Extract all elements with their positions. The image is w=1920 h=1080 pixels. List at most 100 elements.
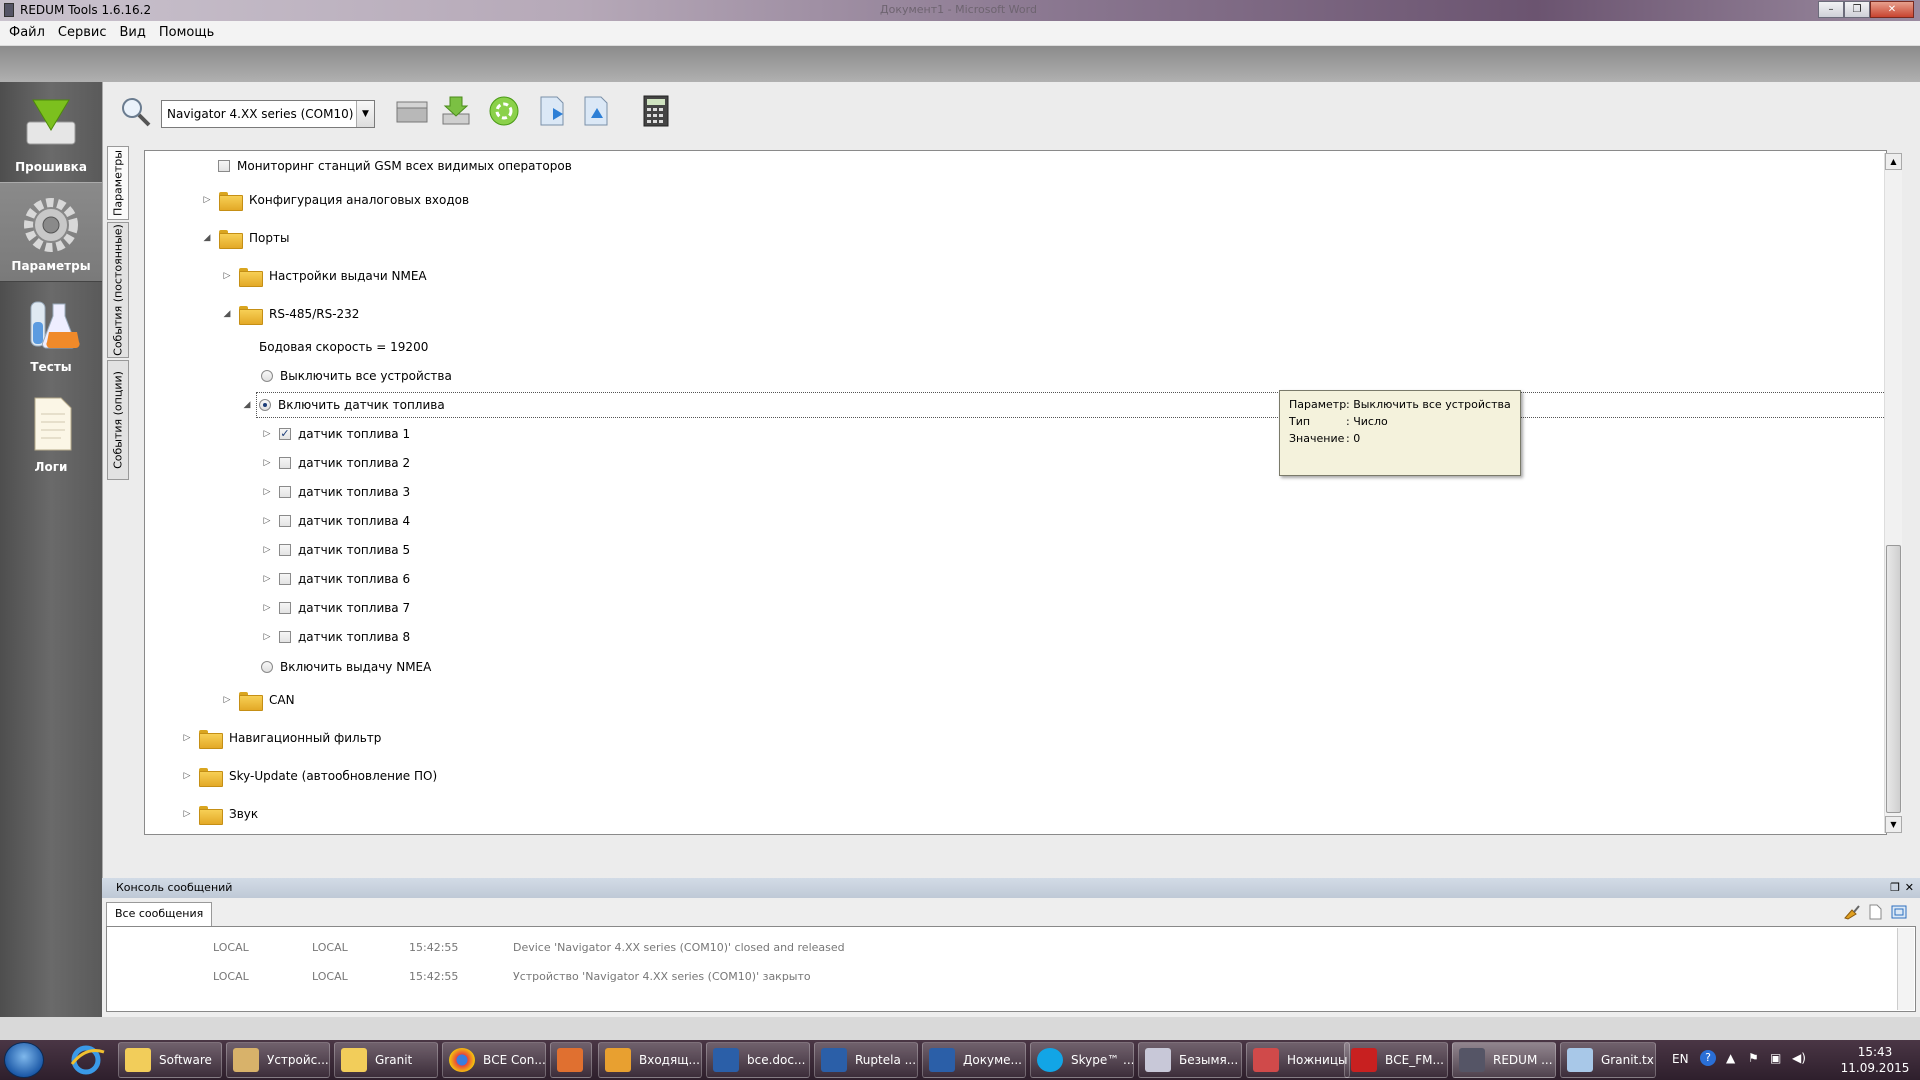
tree-item-gsm-monitor[interactable]: Мониторинг станций GSM всех видимых опер… (218, 155, 572, 177)
broom-icon[interactable] (1842, 904, 1860, 920)
sidebar-item-firmware[interactable]: Прошивка (0, 82, 102, 182)
network-icon[interactable]: ▣ (1770, 1051, 1781, 1065)
menu-view[interactable]: Вид (111, 21, 150, 40)
checkbox[interactable] (218, 160, 230, 172)
tree-item-sound[interactable]: ▷ Звук (181, 803, 258, 825)
tree-item-ports[interactable]: ◢ Порты (201, 227, 289, 249)
tree-item-fuel-sensor[interactable]: ▷ датчик топлива 8 (261, 626, 411, 648)
task-word-bce[interactable]: bce.doc... (706, 1042, 810, 1078)
expand-icon[interactable]: ▷ (261, 423, 273, 445)
tree-item-disable-all[interactable]: Выключить все устройства (261, 365, 452, 387)
menu-service[interactable]: Сервис (49, 21, 111, 40)
language-indicator[interactable]: EN (1672, 1052, 1689, 1066)
tree-item-fuel-sensor[interactable]: ▷ датчик топлива 5 (261, 539, 411, 561)
checkbox[interactable] (279, 573, 291, 585)
collapse-icon[interactable]: ◢ (201, 227, 213, 249)
collapse-icon[interactable]: ◢ (221, 303, 233, 325)
expand-icon[interactable]: ▷ (261, 568, 273, 590)
tree-item-fuel-sensor[interactable]: ▷ датчик топлива 7 (261, 597, 411, 619)
tree-item-enable-fuel[interactable]: ◢ Включить датчик топлива (241, 394, 445, 416)
scroll-down-icon[interactable]: ▼ (1885, 816, 1902, 833)
export-icon[interactable] (533, 94, 571, 128)
chevron-up-icon[interactable]: ▲ (1726, 1051, 1735, 1065)
menu-file[interactable]: Файл (0, 21, 49, 40)
start-button[interactable] (4, 1042, 44, 1078)
chevron-down-icon[interactable]: ▼ (356, 101, 374, 127)
task-word-ruptela[interactable]: Ruptela ... (814, 1042, 918, 1078)
radio-button[interactable] (261, 370, 273, 382)
expand-icon[interactable]: ▷ (261, 452, 273, 474)
fit-window-icon[interactable] (1890, 904, 1908, 920)
sidebar-item-logs[interactable]: Логи (0, 382, 102, 482)
internet-explorer-icon[interactable] (64, 1042, 108, 1078)
console-scrollbar[interactable] (1897, 928, 1914, 1010)
task-devices[interactable]: Устройс... (226, 1042, 330, 1078)
expand-icon[interactable]: ▷ (181, 803, 193, 825)
checkbox[interactable] (279, 631, 291, 643)
tree-item-fuel-sensor[interactable]: ▷ датчик топлива 4 (261, 510, 411, 532)
task-media-player[interactable] (550, 1042, 592, 1078)
tree-item-fuel-sensor[interactable]: ▷ датчик топлива 6 (261, 568, 411, 590)
expand-icon[interactable]: ▷ (201, 189, 213, 211)
clock[interactable]: 15:43 11.09.2015 (1840, 1044, 1910, 1076)
checkbox[interactable] (279, 544, 291, 556)
tree-item-analog-inputs[interactable]: ▷ Конфигурация аналоговых входов (201, 189, 469, 211)
open-folder-icon[interactable] (393, 94, 431, 128)
tree-item-baud-rate[interactable]: Бодовая скорость = 19200 (259, 336, 428, 358)
expand-icon[interactable]: ▷ (261, 510, 273, 532)
expand-icon[interactable]: ▷ (181, 765, 193, 787)
task-granit[interactable]: Granit (334, 1042, 438, 1078)
search-icon[interactable] (117, 94, 155, 128)
volume-icon[interactable]: ◀) (1792, 1051, 1806, 1065)
checkbox[interactable] (279, 457, 291, 469)
scroll-up-icon[interactable]: ▲ (1885, 153, 1902, 170)
tree-item-rs485[interactable]: ◢ RS-485/RS-232 (221, 303, 359, 325)
radio-button-selected[interactable] (259, 399, 271, 411)
help-icon[interactable]: ? (1700, 1050, 1716, 1066)
expand-icon[interactable]: ▷ (221, 265, 233, 287)
task-redum-active[interactable]: REDUM ... (1452, 1042, 1556, 1078)
checkbox[interactable] (279, 602, 291, 614)
task-pdf[interactable]: ВСЕ_FM... (1344, 1042, 1448, 1078)
task-notepad[interactable]: Granit.tx... (1560, 1042, 1656, 1078)
task-paint[interactable]: Безымя... (1138, 1042, 1242, 1078)
close-button[interactable]: ✕ (1870, 1, 1914, 18)
radio-button[interactable] (261, 661, 273, 673)
flag-icon[interactable]: ⚑ (1748, 1051, 1759, 1065)
float-icon[interactable]: ❐ (1890, 878, 1900, 898)
maximize-button[interactable]: ❐ (1844, 1, 1870, 18)
tab-events-options[interactable]: События (опции) (107, 360, 129, 480)
import-icon[interactable] (577, 94, 615, 128)
scroll-thumb[interactable] (1886, 545, 1901, 813)
minimize-button[interactable]: – (1818, 1, 1844, 18)
expand-icon[interactable]: ▷ (261, 626, 273, 648)
device-select[interactable]: Navigator 4.XX series (COM10) ▼ (161, 100, 375, 128)
sidebar-item-tests[interactable]: Тесты (0, 282, 102, 382)
close-icon[interactable]: ✕ (1905, 878, 1914, 898)
task-snipping[interactable]: Ножницы (1246, 1042, 1350, 1078)
new-document-icon[interactable] (1866, 904, 1884, 920)
download-device-icon[interactable] (437, 94, 475, 128)
checkbox[interactable] (279, 486, 291, 498)
calculator-icon[interactable] (637, 94, 675, 128)
tree-item-nmea-settings[interactable]: ▷ Настройки выдачи NMEA (221, 265, 427, 287)
task-word-document[interactable]: Докуме... (922, 1042, 1026, 1078)
expand-icon[interactable]: ▷ (221, 689, 233, 711)
tab-parameters[interactable]: Параметры (107, 146, 129, 220)
tree-item-fuel-sensor[interactable]: ▷ датчик топлива 2 (261, 452, 411, 474)
tab-events-permanent[interactable]: События (постоянные) (107, 222, 129, 358)
tree-item-fuel-sensor[interactable]: ▷ датчик топлива 3 (261, 481, 411, 503)
checkbox[interactable] (279, 515, 291, 527)
expand-icon[interactable]: ▷ (261, 481, 273, 503)
expand-icon[interactable]: ▷ (181, 727, 193, 749)
task-software[interactable]: Software (118, 1042, 222, 1078)
tree-item-can[interactable]: ▷ CAN (221, 689, 295, 711)
tree-item-sky-update[interactable]: ▷ Sky-Update (автообновление ПО) (181, 765, 437, 787)
menu-help[interactable]: Помощь (150, 21, 218, 40)
task-chrome[interactable]: ВСЕ Con... (442, 1042, 546, 1078)
refresh-icon[interactable] (485, 94, 523, 128)
task-skype[interactable]: Skype™ ... (1030, 1042, 1134, 1078)
tree-item-nav-filter[interactable]: ▷ Навигационный фильтр (181, 727, 381, 749)
tree-scrollbar[interactable]: ▲ ▼ (1884, 153, 1902, 833)
expand-icon[interactable]: ▷ (261, 539, 273, 561)
